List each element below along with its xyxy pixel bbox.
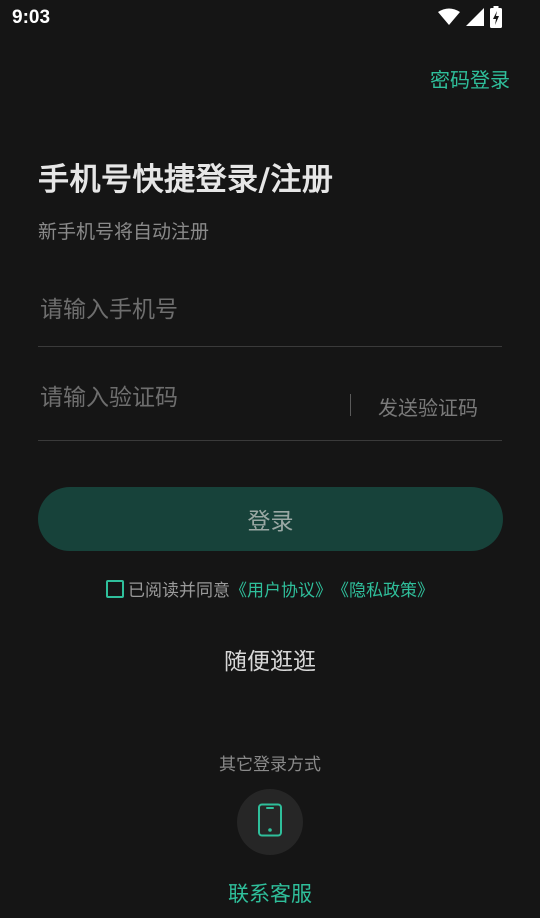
status-time: 9:03 (12, 7, 51, 28)
send-code-button[interactable]: 发送验证码 (378, 392, 478, 421)
phone-icon (257, 803, 283, 841)
battery-charging-icon (490, 6, 502, 28)
page-title: 手机号快捷登录/注册 (38, 162, 334, 198)
user-agreement-link[interactable]: 《用户协议》 (230, 576, 332, 601)
status-icons (438, 6, 502, 28)
status-bar: 9:03 (0, 0, 540, 38)
password-login-link[interactable]: 密码登录 (430, 64, 510, 93)
wifi-icon (438, 8, 460, 26)
verification-code-input[interactable] (38, 378, 340, 418)
login-button[interactable]: 登录 (38, 487, 503, 551)
code-field: 发送验证码 (38, 378, 502, 441)
privacy-policy-link[interactable]: 《隐私政策》 (332, 576, 434, 601)
phone-login-button[interactable] (237, 789, 303, 855)
page-subtitle: 新手机号将自动注册 (38, 221, 210, 243)
other-login-label: 其它登录方式 (219, 755, 321, 775)
browse-button[interactable]: 随便逛逛 (0, 642, 540, 676)
signal-icon (466, 8, 484, 26)
contact-service-link[interactable]: 联系客服 (0, 878, 540, 908)
agree-checkbox[interactable] (106, 579, 124, 598)
phone-field (38, 290, 502, 347)
agreement-prefix: 已阅读并同意 (128, 581, 230, 601)
code-divider (350, 394, 351, 416)
phone-input[interactable] (38, 290, 340, 330)
agreement-row: 已阅读并同意 《用户协议》 《隐私政策》 (106, 576, 434, 601)
